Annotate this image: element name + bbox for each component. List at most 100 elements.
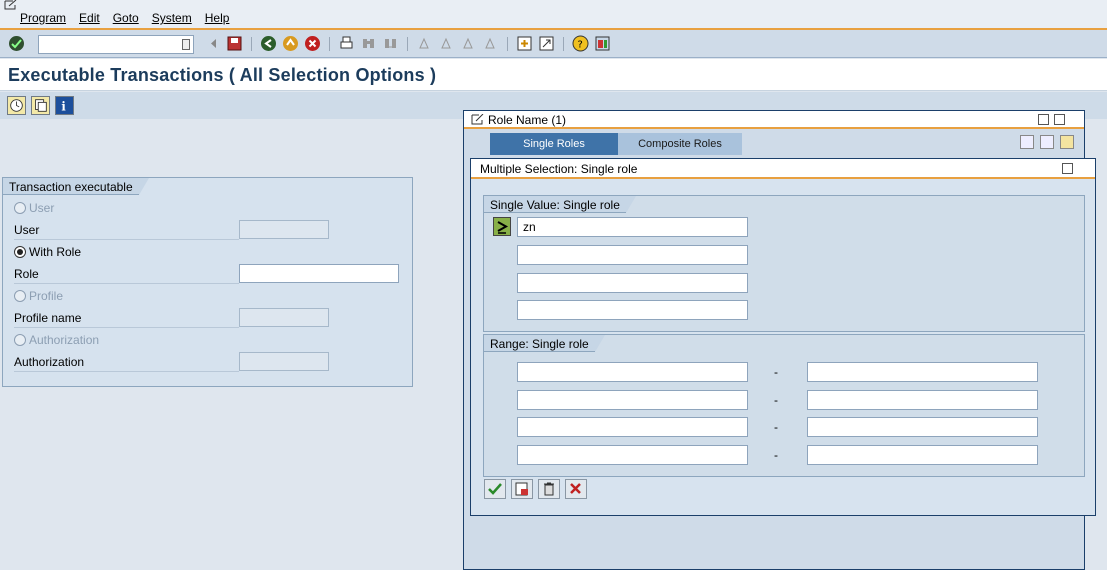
- close-icon[interactable]: [1062, 163, 1073, 174]
- range-separator: -: [774, 365, 778, 379]
- cancel-x-icon: [570, 483, 581, 494]
- command-field[interactable]: [38, 35, 194, 54]
- separator: [329, 37, 330, 51]
- divider: [14, 239, 239, 240]
- separator: [507, 37, 508, 51]
- separator: [407, 37, 408, 51]
- confirm-button[interactable]: [484, 479, 506, 499]
- first-page-icon[interactable]: [416, 35, 433, 52]
- range-high-input-3[interactable]: [807, 417, 1038, 437]
- information-icon[interactable]: i: [55, 96, 74, 115]
- menu-system[interactable]: System: [152, 11, 192, 25]
- back-arrow-small-icon[interactable]: [205, 35, 222, 52]
- radio-profile-row[interactable]: Profile: [14, 289, 63, 303]
- menu-goto[interactable]: Goto: [113, 11, 139, 25]
- save-icon[interactable]: [226, 35, 243, 52]
- back-icon[interactable]: [260, 35, 277, 52]
- range-separator: -: [774, 448, 778, 462]
- import-icon: [515, 482, 528, 496]
- system-menu-icon[interactable]: [4, 0, 18, 10]
- divider: [14, 283, 239, 284]
- menu-bar: Program Edit Goto System Help: [0, 0, 1107, 30]
- radio-authorization-label: Authorization: [29, 333, 100, 347]
- command-history-icon[interactable]: [182, 39, 190, 50]
- range-high-input-1[interactable]: [807, 362, 1038, 382]
- layout-menu-icon[interactable]: [594, 35, 611, 52]
- execute-icon[interactable]: [7, 96, 26, 115]
- shortcut-icon[interactable]: [538, 35, 555, 52]
- svg-text:i: i: [61, 99, 66, 113]
- radio-with-role-label: With Role: [29, 245, 82, 259]
- greater-than-icon: [497, 221, 509, 234]
- get-variant-icon[interactable]: [31, 96, 50, 115]
- system-toolbar: ?: [0, 30, 1107, 58]
- last-page-icon[interactable]: [482, 35, 499, 52]
- separator: [251, 37, 252, 51]
- menu-edit[interactable]: Edit: [79, 11, 100, 25]
- range-group-title: Range: Single role: [484, 335, 605, 352]
- title-bar: Executable Transactions ( All Selection …: [0, 59, 1107, 91]
- role-field-label: Role: [14, 267, 39, 281]
- divider: [14, 327, 239, 328]
- find-icon[interactable]: [360, 35, 377, 52]
- group-title: Transaction executable: [3, 178, 149, 195]
- range-high-input-4[interactable]: [807, 445, 1038, 465]
- delete-button[interactable]: [538, 479, 560, 499]
- range-separator: -: [774, 420, 778, 434]
- separator: [563, 37, 564, 51]
- tab-single-roles[interactable]: Single Roles: [490, 133, 618, 155]
- multiple-selection-title: Multiple Selection: Single role: [480, 162, 638, 176]
- range-separator: -: [774, 393, 778, 407]
- single-value-input-3[interactable]: [517, 273, 748, 293]
- exit-icon[interactable]: [282, 35, 299, 52]
- user-input[interactable]: [239, 220, 329, 239]
- next-page-icon[interactable]: [460, 35, 477, 52]
- import-button[interactable]: [511, 479, 533, 499]
- divider: [14, 371, 239, 372]
- checkmark-icon: [488, 483, 502, 495]
- print-icon[interactable]: [338, 35, 355, 52]
- tab-scroll-left-icon[interactable]: [1020, 135, 1034, 149]
- single-value-input-1[interactable]: zn: [517, 217, 748, 237]
- range-low-input-1[interactable]: [517, 362, 748, 382]
- cancel-icon[interactable]: [304, 35, 321, 52]
- range-low-input-3[interactable]: [517, 417, 748, 437]
- role-input[interactable]: [239, 264, 399, 283]
- radio-profile[interactable]: [14, 290, 26, 302]
- radio-with-role-row[interactable]: With Role: [14, 245, 81, 259]
- dialog-menu-icon[interactable]: [471, 114, 484, 125]
- multiple-selection-titlebar: Multiple Selection: Single role: [471, 159, 1095, 179]
- tab-list-icon[interactable]: [1060, 135, 1074, 149]
- radio-with-role[interactable]: [14, 246, 26, 258]
- range-low-input-4[interactable]: [517, 445, 748, 465]
- radio-authorization[interactable]: [14, 334, 26, 346]
- enter-check-icon[interactable]: [8, 35, 25, 52]
- tab-scroll-right-icon[interactable]: [1040, 135, 1054, 149]
- profile-name-input[interactable]: [239, 308, 329, 327]
- help-icon[interactable]: ?: [572, 35, 589, 52]
- trash-icon: [544, 482, 554, 496]
- cancel-button[interactable]: [565, 479, 587, 499]
- range-low-input-2[interactable]: [517, 390, 748, 410]
- tab-composite-roles[interactable]: Composite Roles: [618, 133, 742, 155]
- previous-page-icon[interactable]: [438, 35, 455, 52]
- radio-user-row[interactable]: User: [14, 201, 54, 215]
- role-name-dialog-title: Role Name (1): [488, 113, 567, 127]
- radio-user-label: User: [29, 201, 55, 215]
- authorization-input[interactable]: [239, 352, 329, 371]
- single-value-input-4[interactable]: [517, 300, 748, 320]
- user-field-label: User: [14, 223, 40, 237]
- range-high-input-2[interactable]: [807, 390, 1038, 410]
- minimize-icon[interactable]: [1038, 114, 1049, 125]
- close-icon[interactable]: [1054, 114, 1065, 125]
- radio-user[interactable]: [14, 202, 26, 214]
- find-next-icon[interactable]: [382, 35, 399, 52]
- menu-help[interactable]: Help: [205, 11, 230, 25]
- radio-profile-label: Profile: [29, 289, 64, 303]
- single-value-input-2[interactable]: [517, 245, 748, 265]
- menu-program[interactable]: Program: [20, 11, 66, 25]
- role-name-dialog-titlebar: Role Name (1): [464, 111, 1084, 129]
- selection-option-button[interactable]: [493, 217, 511, 236]
- radio-authorization-row[interactable]: Authorization: [14, 333, 99, 347]
- create-session-icon[interactable]: [516, 35, 533, 52]
